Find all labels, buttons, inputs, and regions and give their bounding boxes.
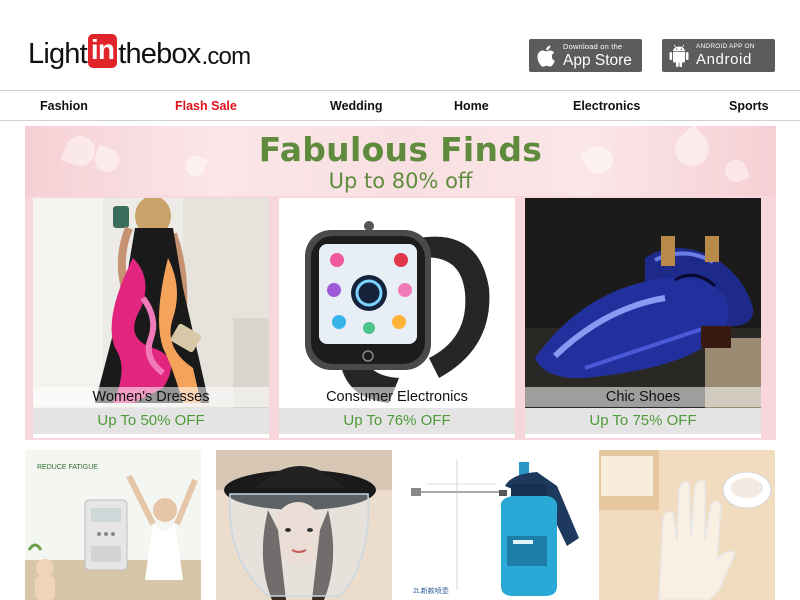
- face-shield-hat-image: [216, 450, 392, 600]
- product-tile-face-shield-hat[interactable]: [216, 450, 392, 600]
- promo-card-womens-dresses[interactable]: Women's Dresses Up To 50% OFF: [33, 198, 269, 438]
- product-tile-air-purifier[interactable]: REDUCE FATIGUE: [25, 450, 201, 600]
- logo-text-light: Light: [28, 38, 88, 70]
- nav-item-fashion[interactable]: Fashion: [40, 99, 88, 113]
- nav-item-home[interactable]: Home: [454, 99, 489, 113]
- app-store-big-text: App Store: [563, 51, 632, 69]
- product-tile-disposable-gloves[interactable]: [599, 450, 775, 600]
- promo-discount-label: Up To 50% OFF: [33, 408, 269, 434]
- site-logo[interactable]: Light in thebox .com: [28, 33, 251, 70]
- nav-item-flash-sale[interactable]: Flash Sale: [175, 99, 237, 113]
- promo-discount-label: Up To 76% OFF: [279, 408, 515, 434]
- apple-icon: [529, 39, 563, 72]
- site-header: Light in thebox .com Download on the App St…: [0, 0, 800, 90]
- android-icon: [662, 39, 696, 72]
- nav-item-wedding[interactable]: Wedding: [330, 99, 383, 113]
- logo-text-dotcom: .com: [201, 43, 251, 70]
- app-store-small-text: Download on the: [563, 42, 623, 51]
- android-big-text: Android: [696, 51, 752, 69]
- promo-card-consumer-electronics[interactable]: Consumer Electronics Up To 76% OFF: [279, 198, 515, 438]
- promo-card-chic-shoes[interactable]: Chic Shoes Up To 75% OFF: [525, 198, 761, 438]
- tile-label-2l-sprayer: 2L新款喷壶: [413, 588, 449, 595]
- nav-item-sports[interactable]: Sports: [729, 99, 769, 113]
- spray-bottle-image: [407, 450, 583, 600]
- promo-category-label: Women's Dresses: [33, 387, 269, 407]
- android-small-text: ANDROID APP ON: [696, 42, 755, 50]
- promo-category-label: Consumer Electronics: [279, 387, 515, 407]
- smartwatch-image: [279, 198, 515, 408]
- android-app-button[interactable]: ANDROID APP ON Android: [662, 39, 775, 72]
- tile-label-reduce-fatigue: REDUCE FATIGUE: [37, 464, 98, 471]
- promo-category-label: Chic Shoes: [525, 387, 761, 407]
- banner-subtitle: Up to 80% off: [328, 169, 473, 193]
- category-nav: Fashion Flash Sale Wedding Home Electron…: [0, 90, 800, 121]
- banner-title: Fabulous Finds: [258, 130, 543, 169]
- product-tile-spray-bottle[interactable]: 2L新款喷壶: [407, 450, 583, 600]
- app-store-button[interactable]: Download on the App Store: [529, 39, 642, 72]
- nav-item-electronics[interactable]: Electronics: [573, 99, 640, 113]
- promo-banner[interactable]: Fabulous Finds Up to 80% off Women's Dre…: [25, 126, 776, 440]
- disposable-gloves-image: [599, 450, 775, 600]
- logo-text-in: in: [87, 34, 118, 68]
- shoes-image: [525, 198, 761, 408]
- air-purifier-image: [25, 450, 201, 600]
- dress-image: [33, 198, 269, 408]
- promo-discount-label: Up To 75% OFF: [525, 408, 761, 434]
- logo-text-thebox: thebox: [118, 38, 201, 70]
